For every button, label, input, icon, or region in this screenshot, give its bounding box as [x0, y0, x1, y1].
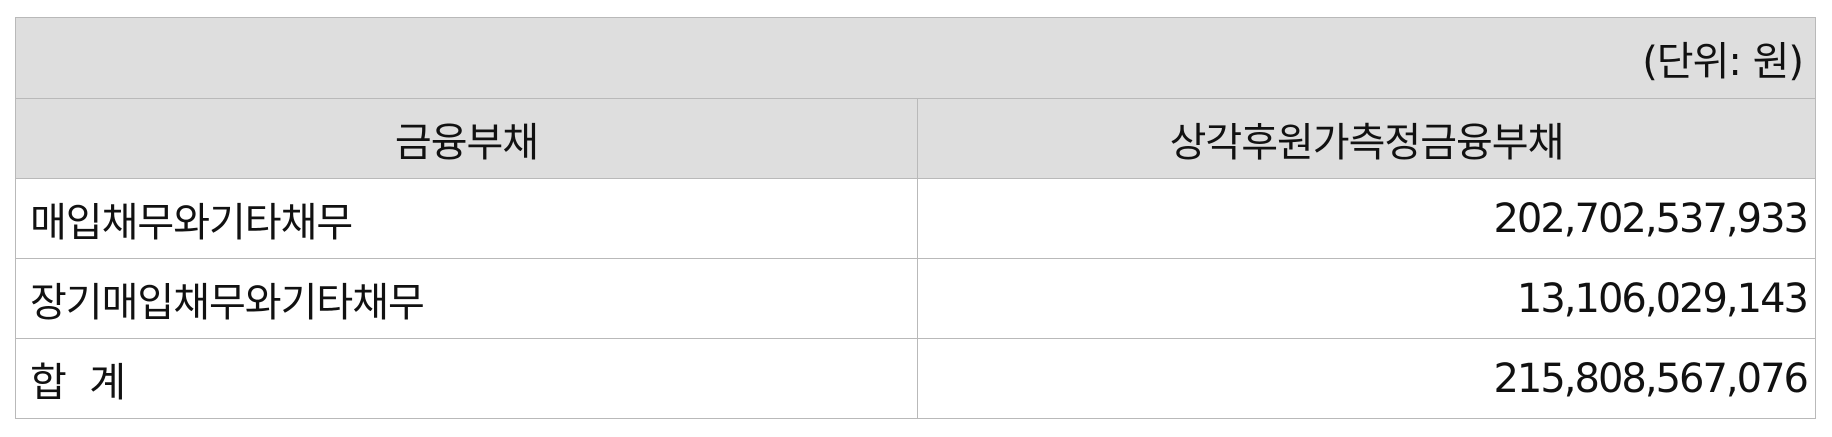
total-label: 합 계: [15, 338, 918, 419]
unit-note: (단위: 원): [15, 17, 1816, 99]
unit-row: (단위: 원): [15, 17, 1816, 99]
row-label: 매입채무와기타채무: [15, 178, 918, 259]
column-header-financial-liabilities: 금융부채: [15, 98, 918, 179]
financial-liabilities-table: (단위: 원) 금융부채 상각후원가측정금융부채 매입채무와기타채무 202,7…: [15, 17, 1816, 419]
row-label: 장기매입채무와기타채무: [15, 258, 918, 339]
row-value: 13,106,029,143: [917, 258, 1816, 339]
column-header-amortized-cost: 상각후원가측정금융부채: [917, 98, 1816, 179]
total-row: 합 계 215,808,567,076: [15, 338, 1816, 419]
row-value: 202,702,537,933: [917, 178, 1816, 259]
table-row: 매입채무와기타채무 202,702,537,933: [15, 178, 1816, 259]
table-row: 장기매입채무와기타채무 13,106,029,143: [15, 258, 1816, 339]
total-value: 215,808,567,076: [917, 338, 1816, 419]
financial-liabilities-table-container: (단위: 원) 금융부채 상각후원가측정금융부채 매입채무와기타채무 202,7…: [15, 17, 1816, 419]
header-row: 금융부채 상각후원가측정금융부채: [15, 98, 1816, 179]
